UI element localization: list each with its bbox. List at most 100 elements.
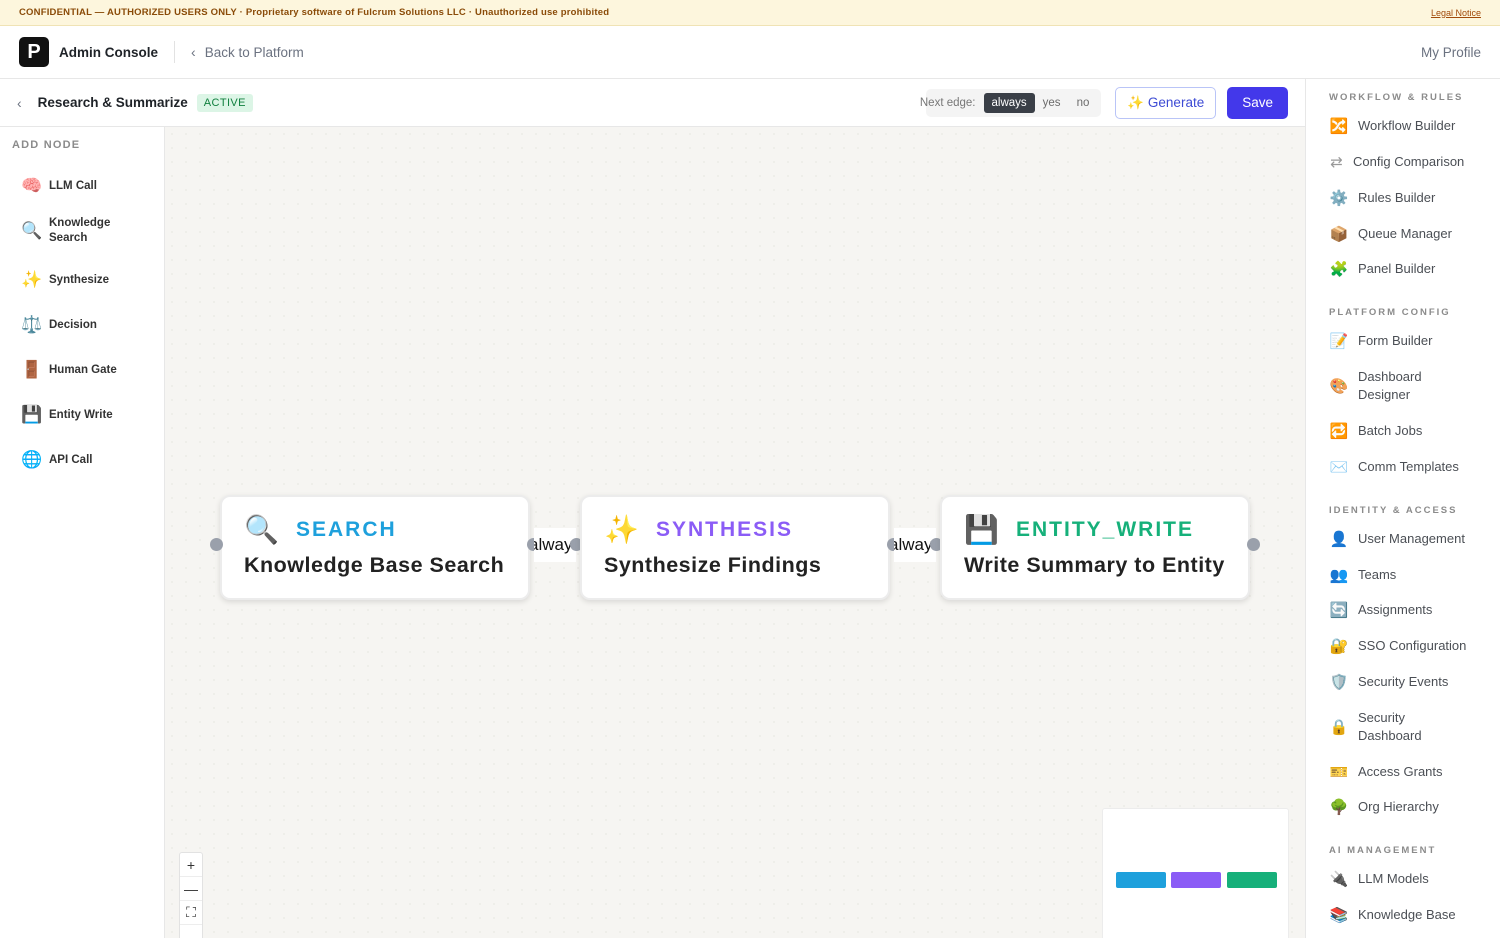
palette-item-label: API Call (49, 453, 93, 466)
nav-item-rules-builder[interactable]: ⚙️ Rules Builder (1329, 189, 1499, 207)
nav-item-llm-models[interactable]: 🔌 LLM Models (1329, 870, 1499, 888)
my-profile-link[interactable]: My Profile (1421, 45, 1481, 60)
scales-icon: ⚖️ (21, 315, 43, 334)
save-button[interactable]: Save (1227, 86, 1288, 119)
app-logo[interactable]: P (19, 37, 49, 67)
magnifier-icon: 🔍 (244, 514, 279, 545)
palette-item-knowledge-search[interactable]: 🔍 Knowledge Search (21, 216, 151, 246)
editor-back-icon[interactable]: ‹ (17, 95, 22, 111)
node-title: Write Summary to Entity (964, 553, 1225, 577)
workflow-name: Research & Summarize (37, 95, 188, 110)
nav-item-label: Workflow Builder (1358, 118, 1456, 133)
chevron-left-icon: ‹ (191, 44, 196, 60)
nav-item-org-hierarchy[interactable]: 🌳 Org Hierarchy (1329, 798, 1499, 816)
node-type-label: SYNTHESIS (656, 517, 794, 541)
status-badge: ACTIVE (196, 93, 253, 112)
books-icon: 📚 (1329, 907, 1349, 924)
node-header: ✨ SYNTHESIS (604, 513, 793, 546)
nav-item-label: Teams (1358, 567, 1397, 582)
palette-item-decision[interactable]: ⚖️ Decision (21, 315, 151, 335)
nav-item-security-events[interactable]: 🛡️ Security Events (1329, 673, 1499, 691)
workflow-node-synthesis[interactable]: ✨ SYNTHESIS Synthesize Findings (580, 495, 890, 600)
nav-item-sso-configuration[interactable]: 🔐 SSO Configuration (1329, 637, 1499, 655)
canvas-minimap[interactable] (1102, 808, 1289, 938)
node-output-port[interactable] (1247, 538, 1260, 551)
node-title: Synthesize Findings (604, 553, 822, 577)
palette-title: ADD NODE (12, 139, 81, 151)
nav-item-form-builder[interactable]: 📝 Form Builder (1329, 332, 1499, 350)
workflow-canvas[interactable]: 🔍 SEARCH Knowledge Base Search always ✨ … (165, 127, 1305, 938)
node-header: 🔍 SEARCH (244, 513, 397, 546)
workflow-editor-toolbar: ‹ Research & Summarize ACTIVE Next edge:… (0, 79, 1305, 127)
nav-section-platform-config: PLATFORM CONFIG (1329, 307, 1451, 318)
nav-item-comm-templates[interactable]: ✉️ Comm Templates (1329, 458, 1499, 476)
palette-item-llm-call[interactable]: 🧠 LLM Call (21, 176, 151, 196)
palette-item-entity-write[interactable]: 💾 Entity Write (21, 405, 151, 425)
legal-notice-link[interactable]: Legal Notice (1431, 8, 1481, 18)
workflow-node-search[interactable]: 🔍 SEARCH Knowledge Base Search (220, 495, 530, 600)
memo-icon: 📝 (1329, 333, 1349, 350)
nav-item-knowledge-base[interactable]: 📚 Knowledge Base (1329, 906, 1499, 924)
sparkles-icon: ✨ (21, 270, 43, 289)
ticket-icon: 🎫 (1329, 764, 1349, 781)
zoom-in-button[interactable]: + (180, 853, 202, 877)
repeat-icon: 🔁 (1329, 423, 1349, 440)
brain-icon: 🧠 (21, 176, 43, 195)
next-edge-label: Next edge: (919, 96, 976, 109)
palette-item-label: Synthesize (49, 273, 110, 286)
nav-item-user-management[interactable]: 👤 User Management (1329, 530, 1499, 548)
fit-view-button[interactable]: ⛶ (180, 901, 202, 925)
palette-item-api-call[interactable]: 🌐 API Call (21, 450, 151, 470)
app-name: Admin Console (59, 44, 159, 60)
edge-option-always[interactable]: always (983, 92, 1035, 113)
plug-icon: 🔌 (1329, 871, 1349, 888)
node-header: 💾 ENTITY_WRITE (964, 513, 1194, 546)
nav-item-queue-manager[interactable]: 📦 Queue Manager (1329, 225, 1499, 243)
floppy-disk-icon: 💾 (964, 514, 999, 545)
toggle-interactivity-button[interactable]: → (180, 925, 202, 938)
workflow-node-entity-write[interactable]: 💾 ENTITY_WRITE Write Summary to Entity (940, 495, 1250, 600)
nav-item-assignments[interactable]: 🔄 Assignments (1329, 601, 1499, 619)
palette-item-synthesize[interactable]: ✨ Synthesize (21, 270, 151, 290)
nav-section-identity-access: IDENTITY & ACCESS (1329, 505, 1458, 516)
nav-item-teams[interactable]: 👥 Teams (1329, 566, 1499, 584)
nav-item-label: Form Builder (1358, 333, 1433, 348)
node-title: Knowledge Base Search (244, 553, 505, 577)
minimap-node-synthesis (1171, 872, 1221, 888)
node-input-port[interactable] (210, 538, 223, 551)
node-type-label: SEARCH (296, 517, 397, 541)
magnifier-icon: 🔍 (21, 221, 43, 240)
nav-item-batch-jobs[interactable]: 🔁 Batch Jobs (1329, 422, 1499, 440)
users-icon: 👥 (1329, 567, 1349, 584)
nav-item-access-grants[interactable]: 🎫 Access Grants (1329, 763, 1499, 781)
lock-icon: 🔒 (1329, 719, 1349, 736)
sparkles-icon: ✨ (604, 514, 639, 545)
nav-item-label: Rules Builder (1358, 190, 1436, 205)
lock-key-icon: 🔐 (1329, 638, 1349, 655)
palette-item-human-gate[interactable]: 🚪 Human Gate (21, 360, 151, 380)
nav-item-label: Queue Manager (1358, 226, 1452, 241)
edge-option-no[interactable]: no (1069, 93, 1098, 113)
banner-text: CONFIDENTIAL — AUTHORIZED USERS ONLY · P… (19, 7, 610, 18)
nav-item-dashboard-designer[interactable]: 🎨 Dashboard Designer (1329, 368, 1499, 404)
tree-icon: 🌳 (1329, 799, 1349, 816)
nav-section-ai-management: AI MANAGEMENT (1329, 845, 1437, 856)
back-to-platform-label: Back to Platform (204, 44, 304, 60)
nav-item-panel-builder[interactable]: 🧩 Panel Builder (1329, 260, 1499, 278)
nav-item-security-dashboard[interactable]: 🔒 Security Dashboard (1329, 709, 1499, 745)
palette-item-label: Entity Write (49, 408, 113, 421)
palette-item-label: Decision (49, 318, 97, 331)
nav-item-label: Assignments (1358, 602, 1433, 617)
zoom-out-button[interactable]: — (180, 877, 202, 901)
nav-item-workflow-builder[interactable]: 🔀 Workflow Builder (1329, 117, 1499, 135)
edge-option-yes[interactable]: yes (1035, 93, 1069, 113)
nav-section-workflow-rules: WORKFLOW & RULES (1329, 92, 1464, 103)
nav-item-label: LLM Models (1358, 871, 1429, 886)
user-icon: 👤 (1329, 531, 1349, 548)
nav-item-config-comparison[interactable]: ⇄ Config Comparison (1329, 153, 1499, 171)
back-to-platform-link[interactable]: ‹ Back to Platform (191, 44, 304, 60)
nav-item-label: User Management (1358, 531, 1465, 546)
admin-right-nav: WORKFLOW & RULES 🔀 Workflow Builder ⇄ Co… (1305, 79, 1500, 938)
confidential-banner: CONFIDENTIAL — AUTHORIZED USERS ONLY · P… (0, 0, 1500, 26)
generate-button[interactable]: ✨ Generate (1115, 86, 1217, 119)
